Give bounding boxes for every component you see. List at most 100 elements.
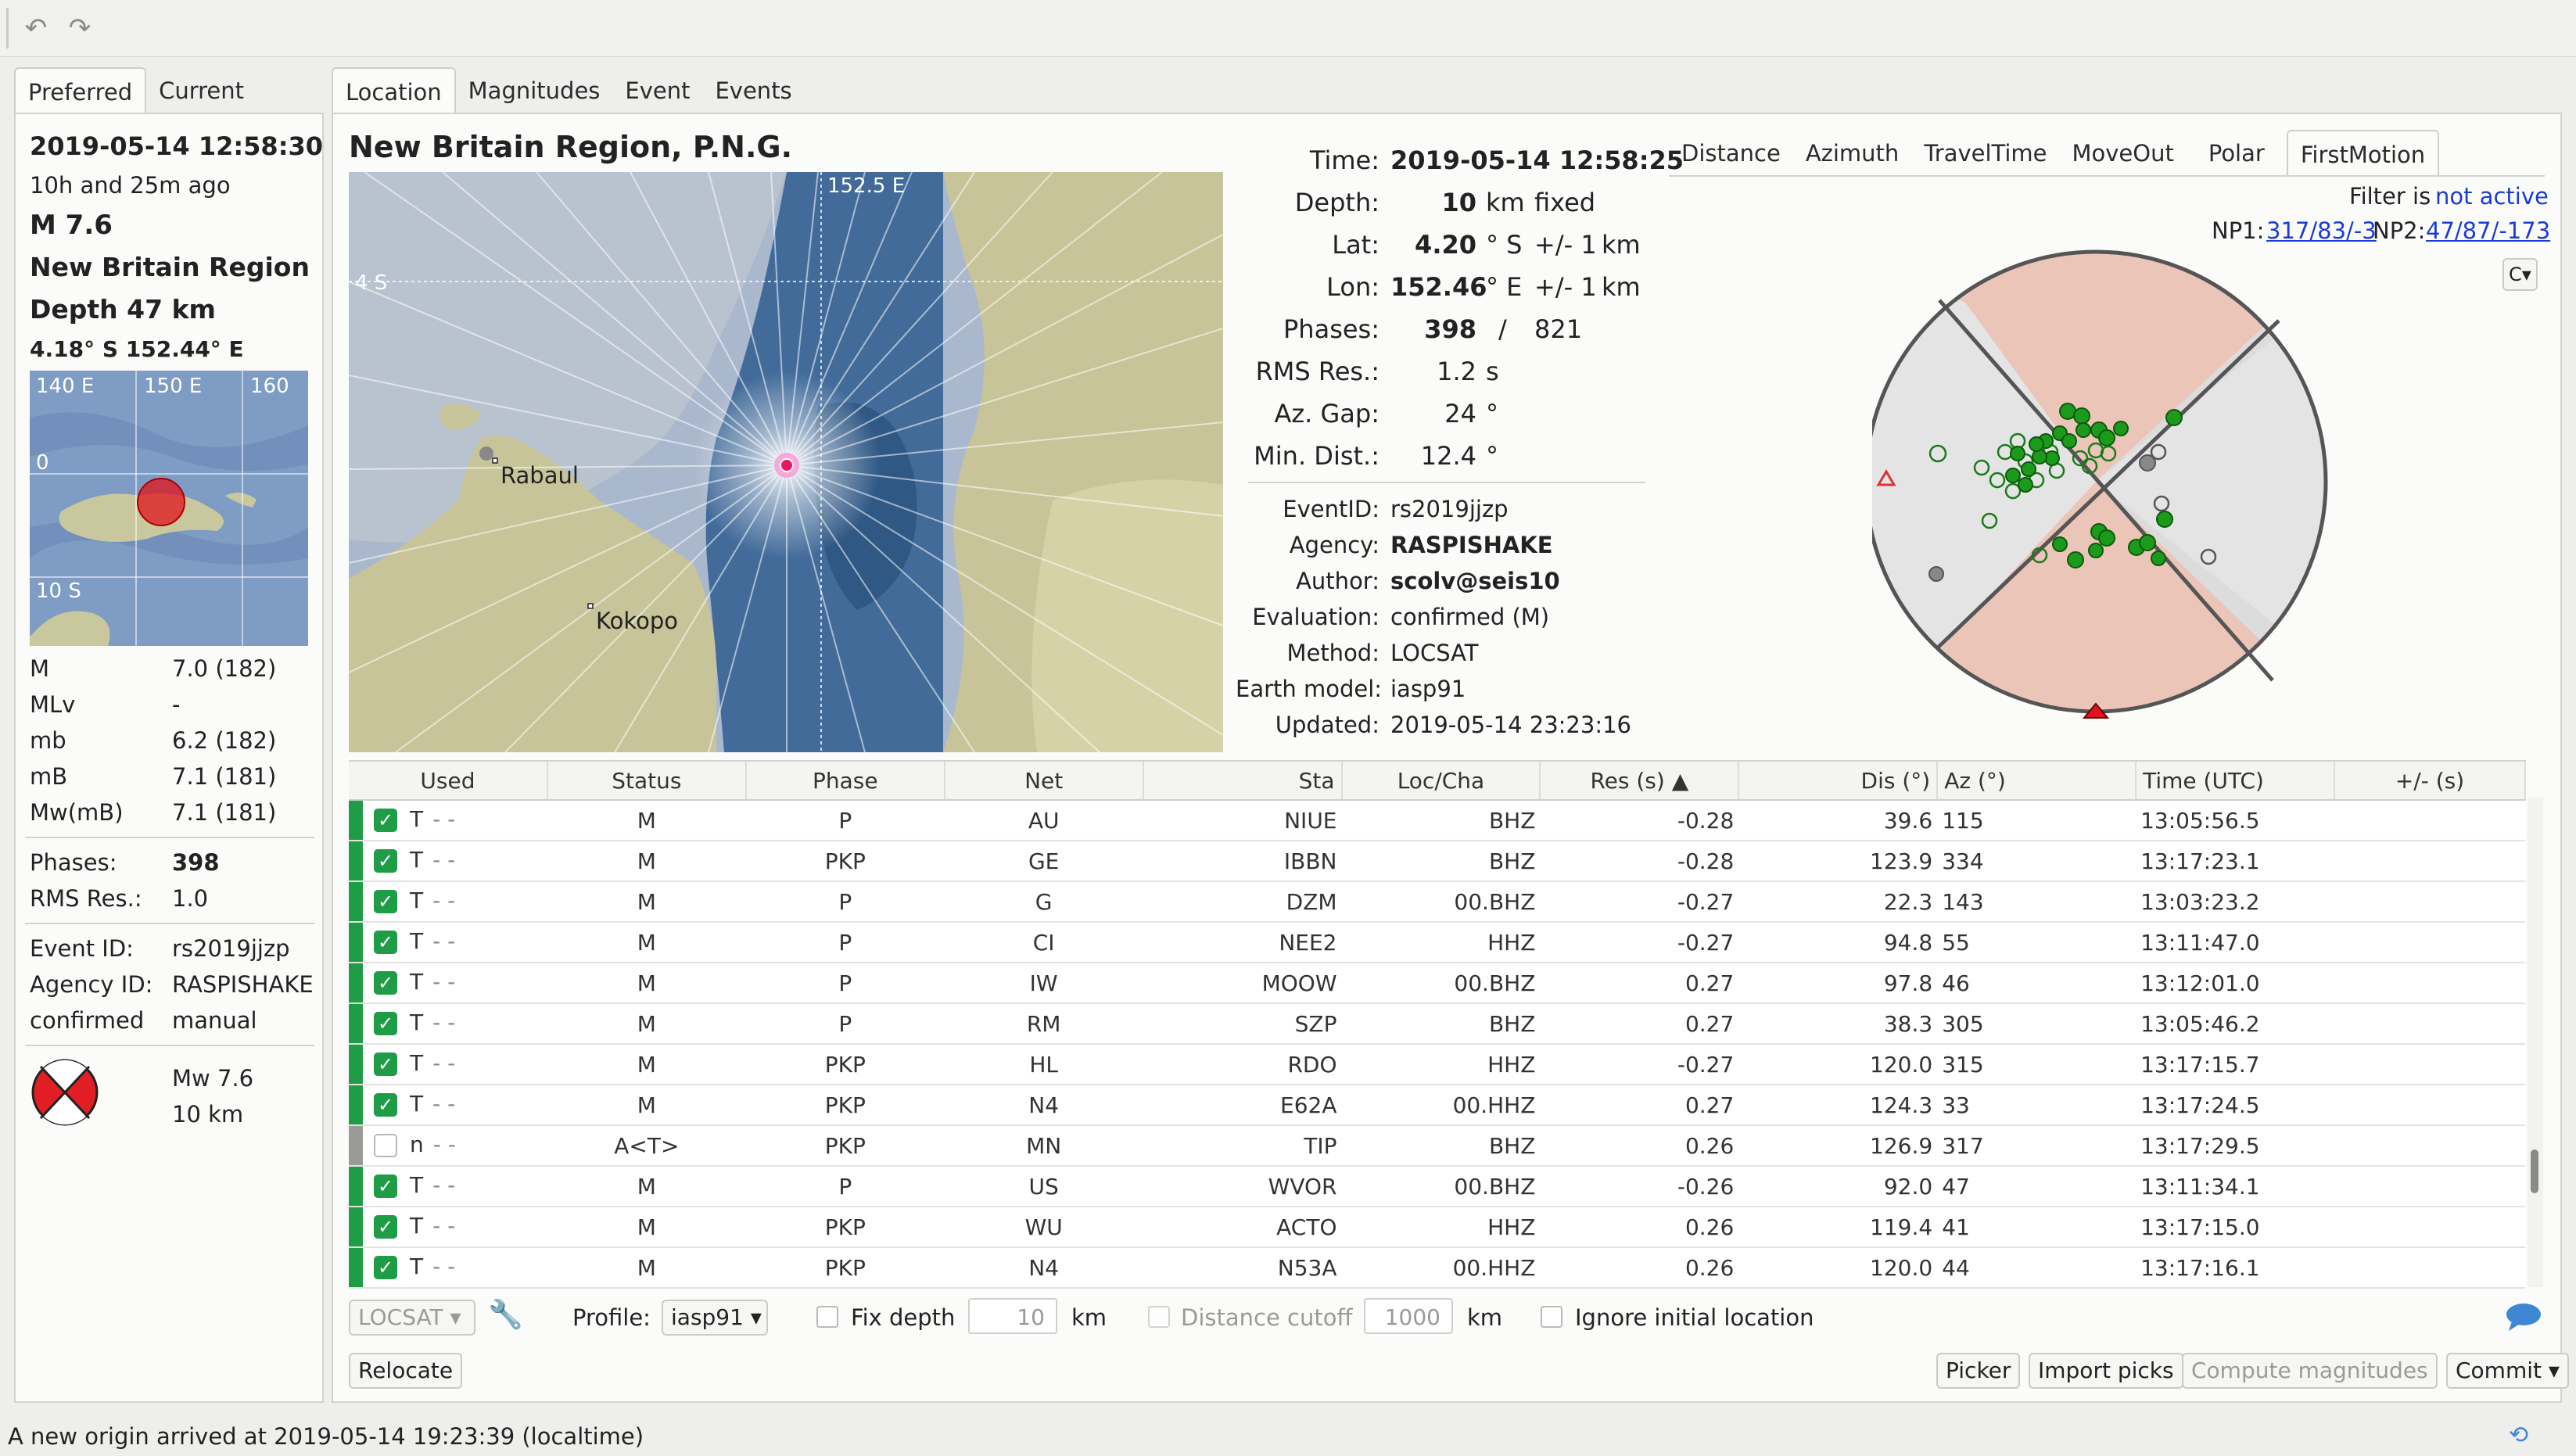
column-header-phase[interactable]: Phase: [745, 762, 945, 801]
event-map[interactable]: 152.5 E 4 S Rabaul Kokopo: [349, 172, 1223, 752]
used-cell[interactable]: ✓ T - -: [349, 1085, 547, 1126]
used-cell[interactable]: ✓ T - -: [349, 1166, 547, 1207]
distance-cutoff-checkbox[interactable]: [1148, 1306, 1170, 1328]
first-motion-plot[interactable]: [1872, 249, 2341, 726]
column-header-loc-cha[interactable]: Loc/Cha: [1341, 762, 1541, 801]
column-header-used[interactable]: Used: [349, 762, 548, 801]
used-checkbox[interactable]: ✓: [374, 1053, 397, 1076]
table-scrollbar-thumb[interactable]: [2531, 1149, 2538, 1193]
used-checkbox[interactable]: [374, 1134, 397, 1157]
eventid-label: EventID:: [1283, 496, 1379, 522]
pick-state-strip: [349, 1004, 363, 1043]
tab-events[interactable]: Events: [702, 67, 804, 113]
redo-icon[interactable]: ↷: [63, 11, 97, 45]
tab-moveout[interactable]: MoveOut: [2060, 130, 2187, 175]
profile-select[interactable]: iasp91 ▾: [662, 1300, 768, 1336]
used-cell[interactable]: ✓ T - -: [349, 881, 547, 923]
lat-label: Lat:: [1332, 230, 1379, 260]
table-row[interactable]: ✓ T - - M P AU NIUE BHZ -0.28 39.6 115 13:05:56.5: [349, 800, 2525, 841]
used-checkbox[interactable]: ✓: [374, 931, 397, 954]
column-header-az[interactable]: Az (°): [1937, 762, 2137, 801]
overview-map[interactable]: 140 E 150 E 160 0 10 S: [30, 371, 308, 646]
table-row[interactable]: ✓ T - - M P G DZM 00.BHZ -0.27 22.3 143 13:03:23.2: [349, 881, 2525, 923]
used-cell[interactable]: ✓ T - -: [349, 1003, 547, 1045]
used-checkbox[interactable]: ✓: [374, 849, 397, 873]
column-header-dis[interactable]: Dis (°): [1738, 762, 1939, 801]
used-checkbox[interactable]: ✓: [374, 1174, 397, 1198]
used-cell[interactable]: ✓ T - -: [349, 963, 547, 1004]
column-header-net[interactable]: Net: [944, 762, 1144, 801]
tab-current[interactable]: Current: [146, 67, 257, 113]
tab-traveltime[interactable]: TravelTime: [1911, 130, 2059, 175]
tab-azimuth[interactable]: Azimuth: [1793, 130, 1912, 175]
locator-select[interactable]: LOCSAT ▾: [349, 1300, 475, 1336]
used-cell[interactable]: ✓ T - -: [349, 1247, 547, 1289]
filter-state[interactable]: not active: [2435, 183, 2549, 210]
rms-value: 1.0: [172, 885, 209, 912]
plot-options-button[interactable]: C▾: [2502, 258, 2538, 291]
used-cell[interactable]: ✓ T - -: [349, 800, 547, 841]
column-header-uncertainty[interactable]: +/- (s): [2334, 762, 2526, 801]
column-header-sta[interactable]: Sta: [1143, 762, 1343, 801]
used-checkbox[interactable]: ✓: [374, 890, 397, 913]
fix-depth-checkbox[interactable]: [816, 1306, 838, 1328]
import-picks-button[interactable]: Import picks: [2029, 1353, 2183, 1389]
ignore-initial-checkbox[interactable]: [1541, 1306, 1562, 1328]
used-cell[interactable]: ✓ T - -: [349, 1044, 547, 1085]
table-row[interactable]: ✓ T - - M P IW MOOW 00.BHZ 0.27 97.8 46 13:12:01.0: [349, 963, 2525, 1004]
table-scrollbar[interactable]: [2528, 798, 2543, 1287]
tab-preferred[interactable]: Preferred: [14, 67, 147, 114]
table-header: Used Status Phase Net Sta Loc/Cha Res (s…: [349, 762, 2526, 801]
used-checkbox[interactable]: ✓: [374, 1093, 397, 1117]
table-row[interactable]: ✓ T - - M P US WVOR 00.BHZ -0.26 92.0 47 13:11:34.1: [349, 1166, 2525, 1207]
table-row[interactable]: ✓ T - - M PKP N4 N53A 00.HHZ 0.26 120.0 44 13:17:16…: [349, 1247, 2525, 1289]
map-label-140e: 140 E: [36, 375, 94, 398]
pick-state-strip: [349, 1207, 363, 1246]
sta-cell: IBBN: [1143, 841, 1342, 882]
used-checkbox[interactable]: ✓: [374, 809, 397, 832]
table-row[interactable]: ✓ T - - M PKP WU ACTO HHZ 0.26 119.4 41 13:17:15.0: [349, 1207, 2525, 1248]
tab-location[interactable]: Location: [332, 67, 456, 114]
plot-tabs: Distance Azimuth TravelTime MoveOut Pola…: [1669, 130, 2440, 177]
distance-field[interactable]: 1000: [1364, 1298, 1453, 1334]
used-checkbox[interactable]: ✓: [374, 971, 397, 995]
comment-icon[interactable]: [2504, 1301, 2543, 1332]
tab-distance[interactable]: Distance: [1669, 130, 1793, 175]
table-row[interactable]: ✓ T - - M PKP N4 E62A 00.HHZ 0.27 124.3 33 13:17:24…: [349, 1085, 2525, 1126]
locator-settings-icon[interactable]: 🔧: [488, 1298, 523, 1331]
used-checkbox[interactable]: ✓: [374, 1012, 397, 1035]
lat-lon: 4.18° S 152.44° E: [30, 336, 244, 362]
column-header-status[interactable]: Status: [547, 762, 747, 801]
time-cell: 13:05:56.5: [2136, 800, 2335, 841]
picker-button[interactable]: Picker: [1936, 1353, 2021, 1389]
used-cell[interactable]: ✓ T - -: [349, 841, 547, 882]
table-row[interactable]: ✓ T - - M PKP GE IBBN BHZ -0.28 123.9 334 13:17:23.…: [349, 841, 2525, 882]
table-row[interactable]: ✓ T - - M P RM SZP BHZ 0.27 38.3 305 13:05:46.2: [349, 1003, 2525, 1045]
column-header-time[interactable]: Time (UTC): [2136, 762, 2336, 801]
relocate-button[interactable]: Relocate: [349, 1353, 463, 1389]
table-row[interactable]: ✓ T - - M P CI NEE2 HHZ -0.27 94.8 55 13:11:47.0: [349, 922, 2525, 963]
used-cell[interactable]: ✓ T - -: [349, 922, 547, 963]
np1-link[interactable]: 317/83/-3: [2266, 217, 2377, 244]
tab-polar[interactable]: Polar: [2187, 130, 2287, 175]
fm-magnitude: Mw 7.6: [172, 1065, 254, 1092]
table-row[interactable]: n - - A<T> PKP MN TIP BHZ 0.26 126.9 317 13:17:29.…: [349, 1125, 2525, 1167]
tab-firstmotion[interactable]: FirstMotion: [2286, 130, 2440, 177]
used-cell[interactable]: ✓ T - -: [349, 1207, 547, 1248]
table-row[interactable]: ✓ T - - M PKP HL RDO HHZ -0.27 120.0 315 13:17:15.7: [349, 1044, 2525, 1085]
commit-button[interactable]: Commit ▾: [2446, 1353, 2569, 1389]
toolbar-grip: [6, 8, 9, 48]
compute-magnitudes-button[interactable]: Compute magnitudes: [2182, 1353, 2438, 1389]
tab-magnitudes[interactable]: Magnitudes: [456, 67, 613, 113]
column-header-res[interactable]: Res (s) ▲: [1540, 762, 1740, 801]
magnitude: M 7.6: [30, 210, 113, 241]
used-checkbox[interactable]: ✓: [374, 1256, 397, 1279]
mag-type: mB: [30, 763, 68, 790]
tab-event[interactable]: Event: [612, 67, 702, 113]
undo-icon[interactable]: ↶: [19, 11, 53, 45]
np2-link[interactable]: 47/87/-173: [2426, 217, 2550, 244]
toolbar: ↶ ↷: [0, 0, 2576, 57]
used-cell[interactable]: n- -: [349, 1125, 547, 1167]
used-checkbox[interactable]: ✓: [374, 1215, 397, 1239]
depth-field[interactable]: 10: [968, 1298, 1057, 1334]
